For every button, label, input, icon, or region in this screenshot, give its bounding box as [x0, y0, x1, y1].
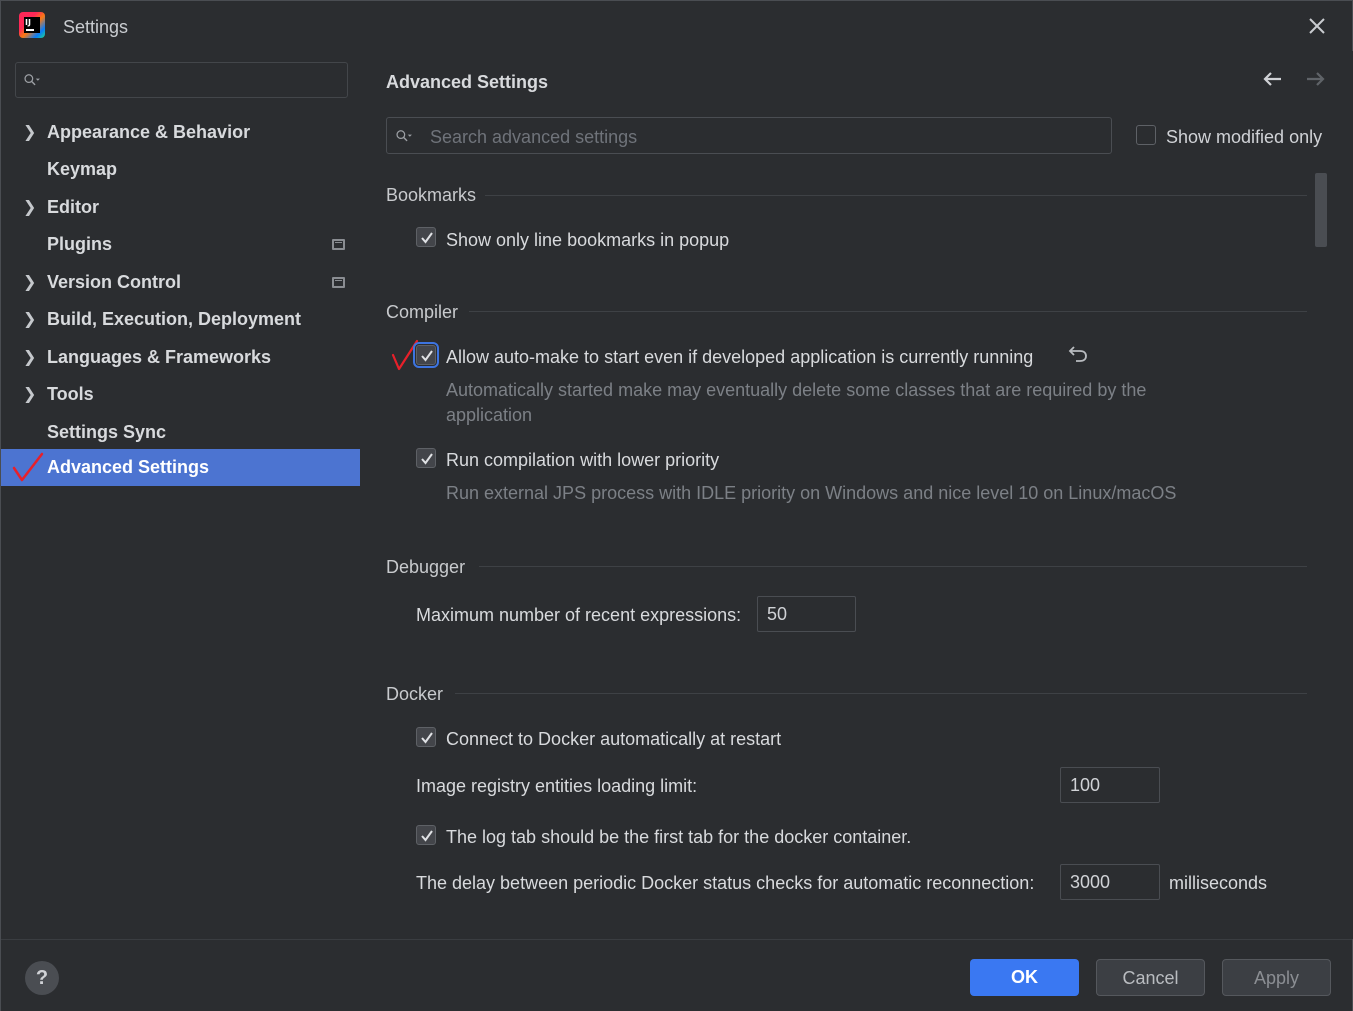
sidebar-item-version-control[interactable]: ❯ Version Control: [1, 264, 360, 301]
sidebar-item-plugins[interactable]: Plugins: [1, 226, 360, 263]
ok-button[interactable]: OK: [970, 959, 1079, 996]
sidebar-item-label: Plugins: [47, 234, 113, 254]
docker-status-delay-unit: milliseconds: [1169, 873, 1268, 893]
sidebar-search-input[interactable]: [15, 62, 348, 98]
apply-button[interactable]: Apply: [1222, 959, 1331, 996]
search-icon: [24, 74, 40, 86]
chevron-right-icon: ❯: [23, 124, 37, 141]
project-settings-icon: [332, 239, 345, 250]
project-settings-icon: [332, 277, 345, 288]
section-divider: [485, 195, 1307, 196]
chevron-right-icon: ❯: [23, 274, 37, 291]
title-bar: IJ Settings: [1, 1, 1352, 51]
sidebar-item-keymap[interactable]: Keymap: [1, 151, 360, 188]
red-checkmark-annotation-icon: [12, 452, 44, 482]
section-divider: [479, 566, 1307, 567]
docker-auto-connect-checkbox[interactable]: [416, 727, 436, 747]
allow-auto-make-checkbox[interactable]: [413, 342, 439, 368]
window-title: Settings: [63, 17, 129, 37]
sidebar-item-settings-sync[interactable]: Settings Sync: [1, 414, 360, 451]
bookmarks-popup-label: Show only line bookmarks in popup: [446, 230, 730, 250]
search-icon: [396, 130, 412, 142]
max-recent-expressions-label: Maximum number of recent expressions:: [416, 605, 742, 625]
chevron-right-icon: ❯: [23, 386, 37, 403]
cancel-button[interactable]: Cancel: [1096, 959, 1205, 996]
sidebar-item-label: Editor: [47, 197, 99, 217]
chevron-right-icon: ❯: [23, 199, 37, 216]
low-priority-compilation-checkbox[interactable]: [416, 448, 436, 468]
advanced-search-input[interactable]: Search advanced settings: [386, 117, 1112, 154]
sidebar-item-label: Advanced Settings: [47, 457, 210, 477]
registry-loading-limit-input[interactable]: 100: [1060, 767, 1160, 803]
allow-auto-make-label: Allow auto-make to start even if develop…: [446, 347, 1034, 367]
intellij-logo-icon: IJ: [19, 12, 45, 38]
sidebar-item-label: Languages & Frameworks: [47, 347, 272, 367]
show-modified-label: Show modified only: [1166, 127, 1323, 147]
docker-auto-connect-label: Connect to Docker automatically at resta…: [446, 729, 782, 749]
sidebar-item-label: Version Control: [47, 272, 182, 292]
low-priority-compilation-label: Run compilation with lower priority: [446, 450, 720, 470]
chevron-right-icon: ❯: [23, 349, 37, 366]
dialog-footer: ? OK Cancel Apply: [1, 939, 1352, 1011]
max-recent-expressions-input[interactable]: 50: [757, 596, 856, 632]
low-priority-compilation-description: Run external JPS process with IDLE prior…: [446, 483, 1177, 503]
docker-status-delay-input[interactable]: 3000: [1060, 864, 1160, 900]
sidebar-item-label: Tools: [47, 384, 94, 404]
search-placeholder: Search advanced settings: [430, 127, 638, 147]
settings-sidebar: ❯ Appearance & Behavior Keymap ❯ Editor …: [1, 51, 361, 939]
allow-auto-make-description-line2: application: [446, 405, 533, 425]
sidebar-item-tools[interactable]: ❯ Tools: [1, 376, 360, 413]
section-title-debugger: Debugger: [386, 557, 466, 577]
help-button[interactable]: ?: [25, 961, 59, 995]
forward-arrow-icon[interactable]: [1301, 65, 1329, 93]
back-arrow-icon[interactable]: [1259, 65, 1287, 93]
checkbox-unchecked[interactable]: [1136, 125, 1156, 145]
docker-log-tab-first-label: The log tab should be the first tab for …: [446, 827, 912, 847]
scrollbar-thumb[interactable]: [1315, 173, 1327, 247]
section-divider: [469, 311, 1307, 312]
bookmarks-popup-checkbox[interactable]: [416, 227, 436, 247]
section-divider: [455, 693, 1307, 694]
docker-status-delay-label: The delay between periodic Docker status…: [416, 873, 1035, 893]
chevron-right-icon: ❯: [23, 311, 37, 328]
sidebar-item-editor[interactable]: ❯ Editor: [1, 189, 360, 226]
sidebar-item-label: Build, Execution, Deployment: [47, 309, 302, 329]
sidebar-item-appearance-behavior[interactable]: ❯ Appearance & Behavior: [1, 114, 360, 151]
close-icon[interactable]: [1304, 13, 1330, 39]
sidebar-item-languages-frameworks[interactable]: ❯ Languages & Frameworks: [1, 339, 360, 376]
sidebar-item-build-execution-deployment[interactable]: ❯ Build, Execution, Deployment: [1, 301, 360, 338]
reset-undo-icon[interactable]: [1067, 342, 1089, 364]
sidebar-item-label: Settings Sync: [47, 422, 167, 442]
section-title-compiler: Compiler: [386, 302, 459, 322]
sidebar-item-advanced-settings[interactable]: Advanced Settings: [1, 449, 360, 486]
sidebar-item-label: Keymap: [47, 159, 118, 179]
sidebar-item-label: Appearance & Behavior: [47, 122, 251, 142]
page-title: Advanced Settings: [386, 72, 549, 92]
logo-text: IJ: [25, 18, 31, 27]
settings-dialog: IJ Settings ❯ Appearance & Behavior Keym…: [0, 0, 1353, 1011]
section-title-bookmarks: Bookmarks: [386, 185, 477, 205]
section-title-docker: Docker: [386, 684, 444, 704]
advanced-settings-panel: Advanced Settings Search advanced settin…: [361, 51, 1353, 939]
docker-log-tab-first-checkbox[interactable]: [416, 825, 436, 845]
registry-loading-limit-label: Image registry entities loading limit:: [416, 776, 698, 796]
allow-auto-make-description-line1: Automatically started make may eventuall…: [446, 380, 1147, 400]
